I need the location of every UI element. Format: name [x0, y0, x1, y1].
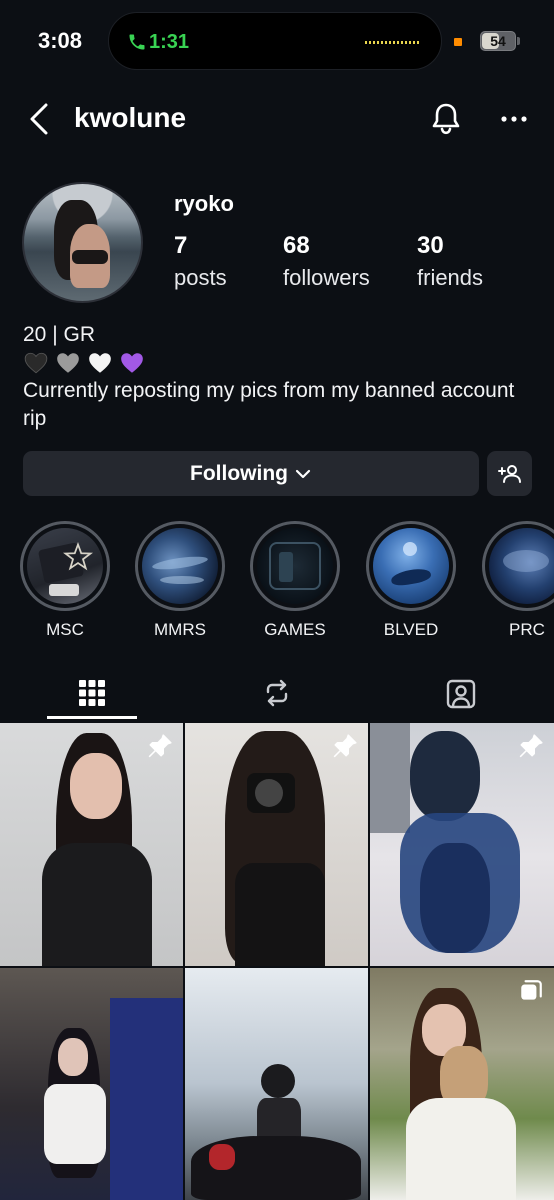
- highlight-label: MMRS: [154, 620, 206, 639]
- recording-indicator: [454, 38, 462, 46]
- highlight-ring: [135, 521, 225, 611]
- add-user-button[interactable]: [487, 451, 532, 496]
- highlight-mmrs[interactable]: MMRS: [135, 521, 225, 640]
- post-tile[interactable]: [185, 723, 368, 966]
- stat-posts[interactable]: 7 posts: [174, 232, 227, 291]
- highlight-label: GAMES: [264, 620, 326, 639]
- dynamic-island[interactable]: 1:31: [108, 12, 442, 70]
- highlight-label: BLVED: [383, 620, 439, 639]
- more-horizontal-icon[interactable]: [498, 108, 532, 130]
- profile-bio: 20 | GR Currently reposting my pics from…: [23, 321, 533, 433]
- status-time: 3:08: [38, 28, 83, 53]
- post-tile[interactable]: [0, 723, 183, 966]
- tab-tagged[interactable]: [416, 668, 506, 718]
- multiple-photos-icon: [521, 980, 542, 1000]
- tab-grid[interactable]: [47, 668, 137, 718]
- highlight-ring: [20, 521, 110, 611]
- grid-icon: [79, 680, 105, 706]
- tagged-icon: [446, 679, 476, 709]
- bio-line: Currently reposting my pics from my bann…: [23, 379, 515, 430]
- post-tile[interactable]: [370, 968, 554, 1200]
- highlight-cover: [489, 528, 554, 604]
- highlight-cover: [142, 528, 218, 604]
- chevron-left-icon[interactable]: [26, 101, 54, 137]
- audio-waveform: [365, 41, 419, 44]
- bell-icon[interactable]: [430, 102, 462, 136]
- avatar-swimsuit: [72, 250, 108, 264]
- post-tile[interactable]: [0, 968, 183, 1200]
- bio-hearts: [23, 349, 533, 377]
- battery-percent: 54: [490, 33, 506, 49]
- add-user-icon: [497, 464, 521, 483]
- black-heart-icon: [24, 352, 48, 374]
- stat-value: 30: [417, 232, 444, 259]
- purple-heart-icon: [121, 353, 143, 373]
- highlight-cover: [27, 528, 103, 604]
- status-bar: 3:08 1:31 54: [0, 0, 554, 84]
- repost-icon: [266, 679, 288, 707]
- highlight-prc[interactable]: PRC: [482, 521, 554, 640]
- stat-friends[interactable]: 30 friends: [417, 232, 483, 291]
- active-tab-indicator: [47, 716, 137, 719]
- chevron-down-icon: [295, 469, 311, 478]
- stat-followers[interactable]: 68 followers: [283, 232, 370, 291]
- phone-icon: [129, 34, 145, 50]
- white-heart-icon: [89, 353, 111, 373]
- battery-icon: 54: [480, 31, 516, 51]
- following-button[interactable]: Following: [23, 451, 479, 496]
- post-tile[interactable]: [185, 968, 368, 1200]
- pin-icon: [148, 734, 172, 758]
- display-name: ryoko: [174, 191, 234, 216]
- pin-icon: [333, 734, 357, 758]
- call-timer: 1:31: [149, 31, 190, 53]
- stat-label: posts: [174, 265, 227, 290]
- battery-cap: [517, 37, 520, 45]
- highlight-ring: [250, 521, 340, 611]
- stat-value: 7: [174, 232, 188, 259]
- highlight-label: MSC: [46, 620, 84, 639]
- bio-line: 20 | GR: [23, 323, 95, 346]
- highlight-games[interactable]: GAMES: [250, 521, 340, 640]
- highlight-blved[interactable]: BLVED: [366, 521, 456, 640]
- stat-label: friends: [417, 265, 484, 290]
- highlight-ring: [366, 521, 456, 611]
- stat-label: followers: [283, 265, 370, 290]
- avatar[interactable]: [22, 182, 143, 303]
- tab-reposts[interactable]: [232, 668, 322, 718]
- grey-heart-icon: [57, 353, 79, 373]
- highlight-ring: [482, 521, 554, 611]
- highlight-cover: [257, 528, 333, 604]
- profile-username: kwolune: [74, 102, 187, 133]
- highlight-label: PRC: [509, 620, 545, 639]
- stat-value: 68: [283, 232, 310, 259]
- highlight-cover: [373, 528, 449, 604]
- highlight-msc[interactable]: MSC: [20, 521, 110, 640]
- pin-icon: [519, 734, 543, 758]
- following-label: Following: [190, 461, 288, 485]
- post-tile[interactable]: [370, 723, 554, 966]
